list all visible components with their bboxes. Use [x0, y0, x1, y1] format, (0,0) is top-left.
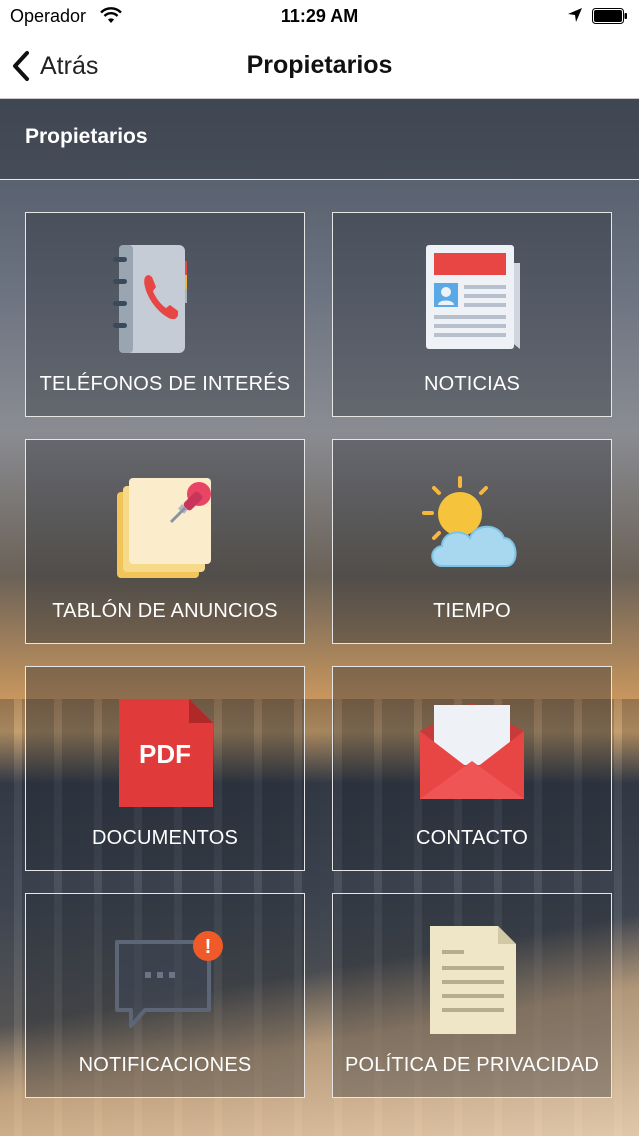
phonebook-icon: [113, 245, 187, 353]
tile-label: DOCUMENTOS: [91, 827, 239, 849]
tile-noticias[interactable]: NOTICIAS: [332, 212, 612, 417]
battery-icon: [592, 8, 627, 24]
section-title: Propietarios: [25, 125, 148, 148]
tile-label: NOTICIAS: [423, 373, 521, 395]
tile-label: TELÉFONOS DE INTERÉS: [39, 373, 291, 395]
tile-label: POLÍTICA DE PRIVACIDAD: [344, 1054, 600, 1076]
chat-bubble-icon: !: [115, 931, 223, 1028]
tile-tiempo[interactable]: TIEMPO: [332, 439, 612, 644]
pdf-label: PDF: [139, 739, 191, 769]
newspaper-icon: [426, 245, 520, 349]
notification-badge: !: [205, 936, 212, 958]
page-title: Propietarios: [246, 51, 393, 79]
clock: 11:29 AM: [280, 6, 359, 26]
document-icon: [430, 926, 516, 1034]
weather-icon: [422, 476, 517, 567]
tile-label: TIEMPO: [433, 600, 511, 622]
section-header: Propietarios: [0, 99, 639, 180]
location-arrow-icon: [568, 8, 582, 22]
pdf-icon: PDF: [119, 699, 213, 807]
tile-tablon-de-anuncios[interactable]: TABLÓN DE ANUNCIOS: [25, 439, 305, 644]
tile-telefonos[interactable]: TELÉFONOS DE INTERÉS: [25, 212, 305, 417]
navigation-bar: Atrás Propietarios: [0, 34, 639, 99]
envelope-icon: [420, 703, 524, 799]
tile-label: NOTIFICACIONES: [78, 1054, 252, 1076]
tile-contacto[interactable]: CONTACTO: [332, 666, 612, 871]
sticky-notes-icon: [117, 478, 211, 578]
tile-label: TABLÓN DE ANUNCIOS: [52, 600, 278, 622]
tile-politica-de-privacidad[interactable]: POLÍTICA DE PRIVACIDAD: [332, 893, 612, 1098]
tile-label: CONTACTO: [416, 827, 528, 849]
tile-notificaciones[interactable]: ! NOTIFICACIONES: [25, 893, 305, 1098]
status-bar: Operador 11:29 AM: [0, 0, 639, 34]
tile-documentos[interactable]: PDF DOCUMENTOS: [25, 666, 305, 871]
